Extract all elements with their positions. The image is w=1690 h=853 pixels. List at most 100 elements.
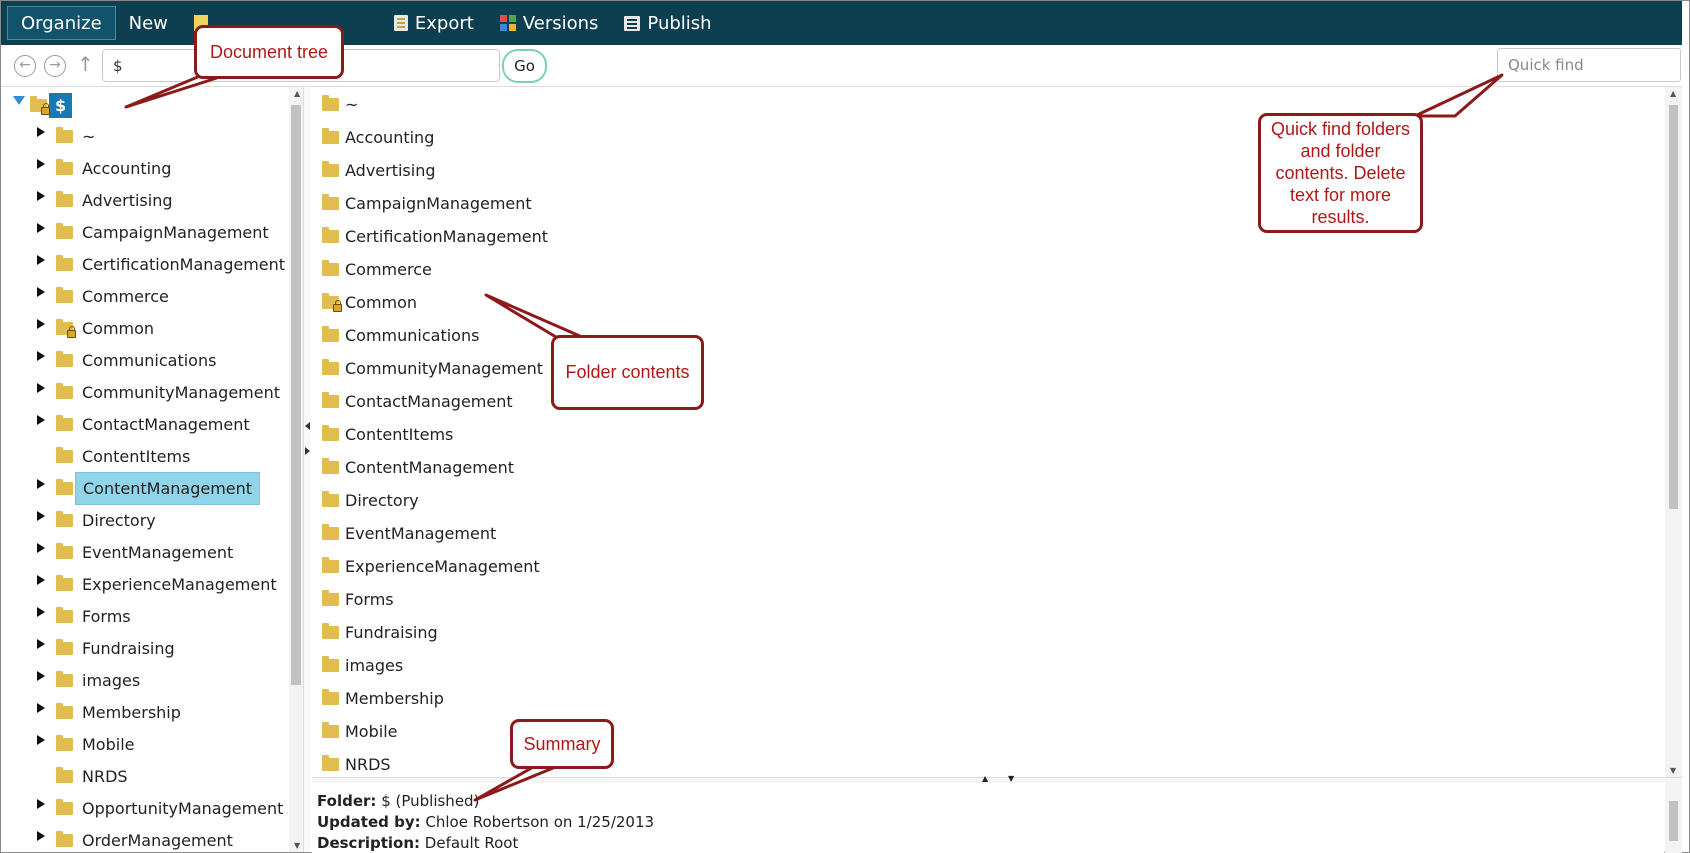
new-button[interactable]: New	[116, 6, 181, 40]
publish-button[interactable]: Publish	[611, 6, 724, 40]
tree-item[interactable]: ContactManagement	[37, 409, 250, 439]
go-button[interactable]: Go	[502, 49, 547, 83]
folder-icon	[322, 556, 339, 573]
expand-arrow-icon[interactable]	[37, 319, 45, 329]
back-icon[interactable]: ←	[14, 55, 36, 77]
content-item[interactable]: Forms	[322, 584, 394, 614]
tree-item[interactable]: Membership	[37, 697, 181, 727]
splitter-down-icon[interactable]: ▼	[1008, 774, 1014, 783]
tree-item[interactable]: Commerce	[37, 281, 169, 311]
content-item[interactable]: Fundraising	[322, 617, 438, 647]
expand-arrow-icon[interactable]	[37, 671, 45, 681]
organize-button[interactable]: Organize	[7, 6, 116, 40]
content-item[interactable]: Directory	[322, 485, 419, 515]
quick-find-input[interactable]	[1497, 48, 1681, 82]
scroll-down-icon[interactable]: ▼	[1670, 766, 1676, 775]
expand-arrow-icon[interactable]	[37, 639, 45, 649]
content-item[interactable]: Mobile	[322, 716, 397, 746]
content-item[interactable]: Advertising	[322, 155, 436, 185]
folder-icon	[322, 160, 339, 177]
versions-button[interactable]: Versions	[487, 6, 612, 40]
folder-icon	[56, 542, 73, 559]
expand-arrow-icon[interactable]	[37, 223, 45, 233]
tree-item[interactable]: CommunityManagement	[37, 377, 280, 407]
content-item[interactable]: ContactManagement	[322, 386, 513, 416]
content-item[interactable]: Membership	[322, 683, 444, 713]
content-item[interactable]: ContentManagement	[322, 452, 514, 482]
up-arrow-icon[interactable]: ↑	[77, 52, 94, 76]
tree-item[interactable]: ContentManagement	[37, 471, 261, 505]
tree-item[interactable]: OrderManagement	[37, 825, 233, 852]
expand-arrow-icon[interactable]	[37, 575, 45, 585]
tree-item[interactable]: Forms	[37, 601, 131, 631]
content-item[interactable]: EventManagement	[322, 518, 496, 548]
contents-scrollbar[interactable]: ▲ ▼	[1665, 87, 1682, 777]
tree-item-label: OrderManagement	[82, 830, 233, 850]
scroll-up-icon[interactable]: ▲	[1670, 89, 1676, 98]
content-item[interactable]: Commerce	[322, 254, 432, 284]
expand-arrow-icon[interactable]	[37, 383, 45, 393]
tree-item[interactable]: Accounting	[37, 153, 171, 183]
content-item[interactable]: ~	[322, 89, 358, 119]
collapse-left-icon[interactable]	[305, 422, 310, 430]
tree-item[interactable]: Mobile	[37, 729, 134, 759]
tree-item[interactable]: ExperienceManagement	[37, 569, 277, 599]
contents-scroll-thumb[interactable]	[1669, 105, 1678, 509]
expand-arrow-icon[interactable]	[37, 191, 45, 201]
tree-scroll-thumb[interactable]	[291, 105, 301, 685]
forward-icon[interactable]: →	[44, 55, 66, 77]
splitter-up-icon[interactable]: ▲	[982, 774, 988, 783]
folder-icon	[322, 523, 339, 540]
content-item[interactable]: ExperienceManagement	[322, 551, 540, 581]
content-item[interactable]: CampaignManagement	[322, 188, 532, 218]
tree-item[interactable]: Common	[37, 313, 154, 343]
pane-splitter[interactable]	[303, 87, 311, 852]
scroll-up-icon[interactable]: ▲	[294, 89, 300, 98]
expand-arrow-icon[interactable]	[37, 607, 45, 617]
content-item[interactable]: NRDS	[322, 749, 391, 777]
tree-root[interactable]: $	[13, 91, 73, 119]
scroll-down-icon[interactable]: ▼	[294, 841, 300, 850]
expand-arrow-icon[interactable]	[37, 255, 45, 265]
content-item-label: Fundraising	[345, 622, 438, 642]
tree-item[interactable]: images	[37, 665, 140, 695]
tree-item[interactable]: Advertising	[37, 185, 173, 215]
tree-item[interactable]: CampaignManagement	[37, 217, 269, 247]
tree-item[interactable]: CertificationManagement	[37, 249, 285, 279]
expand-arrow-icon[interactable]	[37, 831, 45, 841]
tree-item[interactable]: OpportunityManagement	[37, 793, 283, 823]
expand-arrow-icon[interactable]	[37, 511, 45, 521]
content-item[interactable]: Common	[322, 287, 417, 317]
tree-item[interactable]: Fundraising	[37, 633, 175, 663]
expand-arrow-icon[interactable]	[37, 351, 45, 361]
summary-scroll-thumb[interactable]	[1669, 801, 1678, 841]
content-item[interactable]: Communications	[322, 320, 479, 350]
expand-arrow-icon[interactable]	[37, 479, 45, 489]
expand-arrow-icon[interactable]	[37, 415, 45, 425]
expand-arrow-icon[interactable]	[37, 543, 45, 553]
content-item[interactable]: Accounting	[322, 122, 434, 152]
tree-item[interactable]: Communications	[37, 345, 216, 375]
summary-scrollbar[interactable]	[1665, 783, 1682, 853]
tree-item[interactable]: ContentItems	[37, 441, 190, 471]
content-item[interactable]: CertificationManagement	[322, 221, 548, 251]
expand-arrow-icon[interactable]	[37, 799, 45, 809]
expand-arrow-icon[interactable]	[37, 127, 45, 137]
tree-item[interactable]: Directory	[37, 505, 156, 535]
expand-right-icon[interactable]	[305, 447, 310, 455]
content-item[interactable]: images	[322, 650, 403, 680]
folder-icon	[56, 126, 73, 143]
expand-arrow-icon[interactable]	[37, 703, 45, 713]
content-item[interactable]: CommunityManagement	[322, 353, 543, 383]
content-item[interactable]: ContentItems	[322, 419, 453, 449]
collapse-arrow-icon[interactable]	[13, 95, 25, 105]
tree-item[interactable]: NRDS	[37, 761, 128, 791]
export-button[interactable]: Export	[381, 6, 487, 40]
expand-arrow-icon[interactable]	[37, 735, 45, 745]
expand-arrow-icon[interactable]	[37, 159, 45, 169]
tree-scrollbar[interactable]: ▲ ▼	[289, 87, 303, 852]
folder-icon	[322, 127, 339, 144]
tree-item[interactable]: EventManagement	[37, 537, 233, 567]
tree-item[interactable]: ~	[37, 121, 95, 151]
expand-arrow-icon[interactable]	[37, 287, 45, 297]
